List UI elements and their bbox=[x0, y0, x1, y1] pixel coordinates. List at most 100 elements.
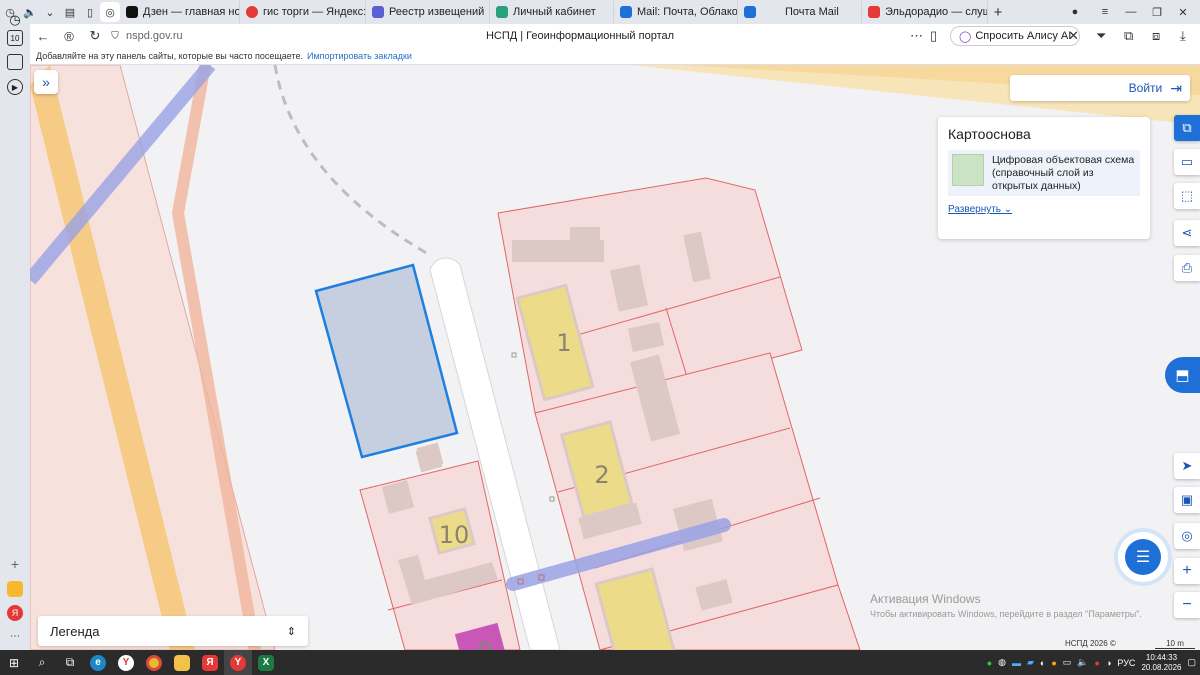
taskbar: ⊞ ⌕ ⧉ e Y Я Y X ● ◍ ▬ ▰ ◐ ● ▭ 🔈 ● ◑ РУС … bbox=[0, 650, 1200, 675]
profile-icon[interactable]: ● bbox=[1062, 0, 1088, 24]
minimap-button[interactable]: ▣ bbox=[1174, 487, 1200, 513]
map-view[interactable]: 1 2 10 9 » Войти ⇥ Картооснова Цифровая … bbox=[30, 65, 1200, 650]
search-icon[interactable]: ⌕ bbox=[28, 650, 56, 675]
menu-icon[interactable]: ≡ bbox=[1092, 0, 1118, 24]
extensions-icon[interactable]: ⧉ bbox=[1124, 28, 1133, 44]
building bbox=[570, 227, 600, 247]
system-tray: ● ◍ ▬ ▰ ◐ ● ▭ 🔈 ● ◑ РУС 10:44:33 20.08.2… bbox=[987, 650, 1196, 675]
more-dots-icon[interactable]: ⋯ bbox=[910, 28, 923, 44]
yandex-tray-icon[interactable]: ● bbox=[1095, 658, 1100, 668]
login-label: Войти bbox=[1128, 81, 1163, 95]
close-window-icon[interactable]: ✕ bbox=[1170, 0, 1196, 24]
shield-icon[interactable]: ® bbox=[56, 29, 82, 44]
clock[interactable]: 10:44:33 20.08.2026 bbox=[1141, 653, 1181, 673]
chat-button[interactable]: ☰ bbox=[1118, 532, 1168, 582]
tab-lichnyi-kabinet[interactable]: Личный кабинет bbox=[490, 1, 614, 23]
back-icon[interactable]: ← bbox=[30, 29, 56, 44]
yandex-icon[interactable]: Я bbox=[196, 650, 224, 675]
side-service-button[interactable]: ⬒ bbox=[1165, 357, 1200, 393]
tray-app-icon[interactable]: ◐ bbox=[1040, 658, 1045, 668]
tab-pochta-mail[interactable]: Почта Mail bbox=[738, 1, 862, 23]
tray-app-icon[interactable]: ◑ bbox=[1106, 658, 1111, 668]
url-field[interactable]: nspd.gov.ru bbox=[126, 30, 183, 42]
bookmarks-hint: Добавляйте на эту панель сайты, которые … bbox=[36, 51, 303, 61]
watermark-text: Чтобы активировать Windows, перейдите в … bbox=[870, 609, 1142, 619]
downloads-shelf-icon[interactable]: ⧈ bbox=[1152, 28, 1160, 44]
volume-icon[interactable]: 🔈 bbox=[1077, 657, 1088, 668]
collections-icon[interactable] bbox=[7, 54, 23, 70]
reload-icon[interactable]: ↻ bbox=[82, 28, 108, 44]
new-tab-icon[interactable]: + bbox=[988, 2, 1008, 22]
print-button[interactable]: ⎙ bbox=[1174, 255, 1200, 281]
login-button[interactable]: Войти ⇥ bbox=[1010, 75, 1190, 101]
app-icon[interactable] bbox=[7, 581, 23, 597]
browser-side-panel: ◷ 10 ▶ + Я ⋯ bbox=[0, 12, 30, 650]
tray-app-icon[interactable]: ▬ bbox=[1012, 658, 1021, 668]
expand-label: Развернуть bbox=[948, 204, 1002, 215]
flag-icon[interactable]: ▤ bbox=[60, 2, 80, 22]
page-title: НСПД | Геоинформационный портал bbox=[485, 30, 675, 42]
tray-app-icon[interactable]: ▰ bbox=[1027, 657, 1034, 668]
plot-label-9: 9 bbox=[477, 637, 492, 650]
ruler-button[interactable]: ▭ bbox=[1174, 149, 1200, 175]
yandex-browser-icon[interactable]: Y bbox=[112, 650, 140, 675]
add-icon[interactable]: + bbox=[7, 556, 23, 572]
more-icon[interactable]: ⋯ bbox=[7, 628, 23, 644]
navigate-button[interactable]: ➤ bbox=[1174, 453, 1200, 479]
tab-label: Реестр извещений bbox=[389, 6, 485, 18]
tray-app-icon[interactable]: ● bbox=[1051, 658, 1056, 668]
download-icon[interactable]: ⤓ bbox=[1180, 28, 1186, 44]
legend-panel[interactable]: Легенда ⇕ bbox=[38, 616, 308, 646]
tab-gis-torgi[interactable]: гис торги — Яндекс: нашл bbox=[240, 1, 366, 23]
tab-reestr[interactable]: Реестр извещений bbox=[366, 1, 490, 23]
basemap-panel: Картооснова Цифровая объектовая схема (с… bbox=[938, 117, 1150, 239]
tray-app-icon[interactable]: ◍ bbox=[998, 657, 1006, 668]
select-area-button[interactable]: ⬚ bbox=[1174, 183, 1200, 209]
tools-icon[interactable]: ✕ bbox=[1068, 28, 1079, 44]
chrome-icon[interactable] bbox=[140, 650, 168, 675]
ask-alisa-button[interactable]: ◯ Спросить Алису AI bbox=[950, 26, 1081, 46]
expand-panel-button[interactable]: » bbox=[34, 70, 58, 94]
layers-button[interactable]: ⧉ bbox=[1174, 115, 1200, 141]
restore-icon[interactable]: ❐ bbox=[1144, 0, 1170, 24]
explorer-icon[interactable] bbox=[168, 650, 196, 675]
tab-eldoradio[interactable]: Эльдорадио — слуш✕ bbox=[862, 1, 988, 23]
date: 20.08.2026 bbox=[1141, 662, 1182, 672]
notifications-icon[interactable]: ▢ bbox=[1187, 657, 1196, 668]
hat-icon[interactable]: ⏷ bbox=[1096, 28, 1106, 44]
marker bbox=[549, 496, 555, 502]
tray-app-icon[interactable]: ● bbox=[987, 658, 992, 668]
yandex-browser-active-icon[interactable]: Y bbox=[224, 650, 252, 675]
mail-icon bbox=[620, 6, 632, 18]
language-indicator[interactable]: РУС bbox=[1117, 658, 1135, 668]
bookmark-icon[interactable]: ▯ bbox=[930, 28, 937, 44]
windows-start-icon[interactable]: ⊞ bbox=[0, 650, 28, 675]
basemap-item[interactable]: Цифровая объектовая схема (справочный сл… bbox=[948, 150, 1140, 196]
document-icon[interactable]: ▯ bbox=[80, 2, 100, 22]
nspd-tab-icon[interactable]: ◎ bbox=[100, 2, 120, 22]
counter-badge[interactable]: 10 bbox=[7, 30, 23, 46]
zoom-out-button[interactable]: − bbox=[1174, 592, 1200, 618]
play-icon[interactable]: ▶ bbox=[7, 79, 23, 95]
import-bookmarks-link[interactable]: Импортировать закладки bbox=[307, 51, 412, 61]
tab-mail-pochta[interactable]: Mail: Почта, Облако, Кале bbox=[614, 1, 738, 23]
alisa-icon: ◯ bbox=[959, 30, 972, 43]
excel-icon[interactable]: X bbox=[252, 650, 280, 675]
sound-icon[interactable]: 🔈 bbox=[20, 2, 40, 22]
zoom-in-button[interactable]: + bbox=[1174, 558, 1200, 584]
share-button[interactable]: ⋖ bbox=[1174, 220, 1200, 246]
locate-button[interactable]: ◎ bbox=[1174, 523, 1200, 549]
network-icon[interactable]: ▭ bbox=[1063, 657, 1072, 668]
minimize-icon[interactable]: — bbox=[1118, 0, 1144, 24]
plot-label-10: 10 bbox=[439, 521, 470, 549]
chevron-down-icon[interactable]: ⌄ bbox=[40, 2, 60, 22]
basemap-item-label: Цифровая объектовая схема (справочный сл… bbox=[992, 154, 1135, 192]
edge-icon[interactable]: e bbox=[84, 650, 112, 675]
clock-icon[interactable]: ◷ bbox=[7, 12, 23, 28]
tab-dzen[interactable]: Дзен — главная новостна bbox=[120, 1, 240, 23]
task-view-icon[interactable]: ⧉ bbox=[56, 650, 84, 675]
footpath bbox=[273, 65, 431, 257]
expand-basemap-link[interactable]: Развернуть ⌄ bbox=[948, 204, 1140, 215]
yandex-icon[interactable]: Я bbox=[7, 605, 23, 621]
attribution: НСПД 2026 © bbox=[1065, 639, 1116, 648]
